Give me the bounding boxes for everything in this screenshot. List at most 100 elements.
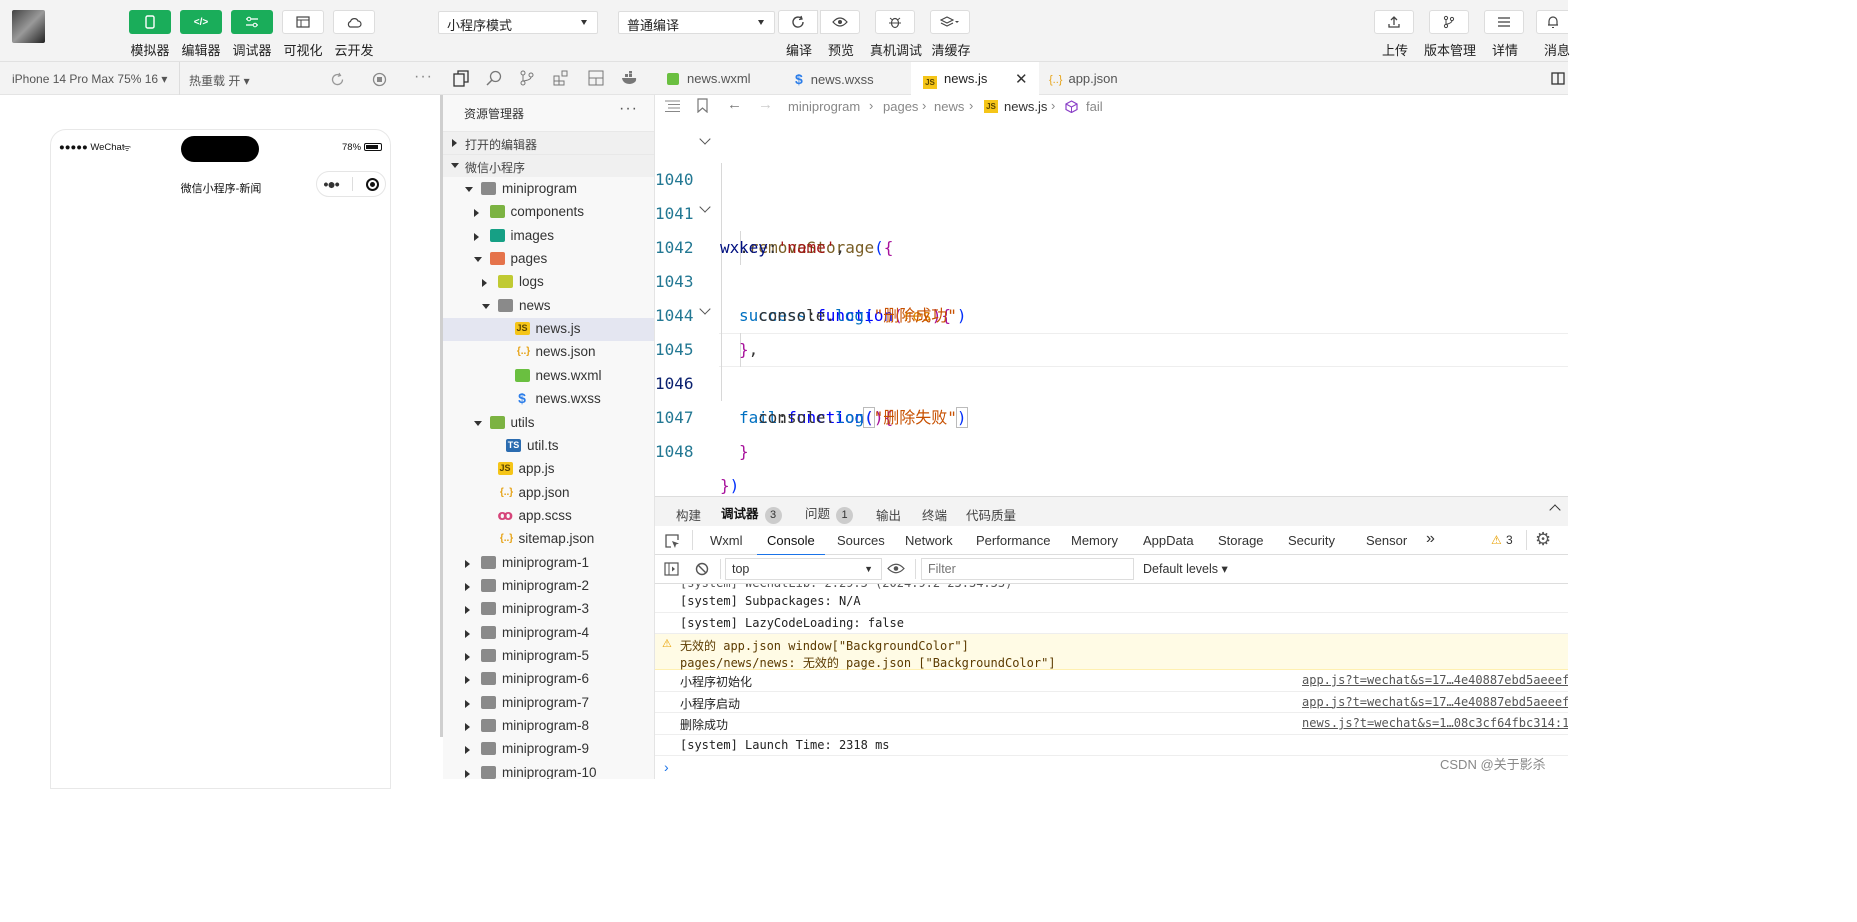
- file-item[interactable]: {..} news.json: [443, 341, 654, 364]
- folder-item[interactable]: images: [443, 225, 654, 248]
- tab-app-json[interactable]: {..} app.json: [1039, 62, 1161, 95]
- devtools-tab-security[interactable]: Security: [1288, 533, 1335, 548]
- device-select[interactable]: iPhone 14 Pro Max 75% 16 ▾: [12, 72, 167, 86]
- chevron-right-icon[interactable]: [465, 606, 470, 615]
- mode-select[interactable]: 小程序模式: [438, 11, 598, 34]
- chevron-down-icon[interactable]: [465, 187, 473, 192]
- file-item[interactable]: {..} app.json: [443, 482, 654, 505]
- chevron-right-icon[interactable]: [465, 723, 470, 732]
- chevron-right-icon[interactable]: [473, 209, 479, 218]
- gallery-icon[interactable]: [588, 70, 604, 86]
- devtools-tab-sensor[interactable]: Sensor: [1366, 533, 1407, 548]
- code-editor[interactable]: 1040 wx.removeStorage({ 1041 key:'name',…: [655, 119, 1568, 496]
- chevron-right-icon[interactable]: [465, 629, 470, 638]
- devtools-tab-network[interactable]: Network: [905, 533, 953, 548]
- chevron-right-icon[interactable]: [465, 699, 470, 708]
- chevron-down-icon[interactable]: [473, 420, 482, 426]
- folder-item[interactable]: miniprogram-6: [443, 668, 654, 691]
- compile-button[interactable]: [778, 10, 818, 34]
- log-levels-select[interactable]: Default levels ▾: [1143, 561, 1228, 576]
- list-icon[interactable]: [665, 100, 680, 112]
- capsule-close-icon[interactable]: [365, 177, 379, 191]
- folder-item[interactable]: miniprogram-5: [443, 645, 654, 668]
- more-tabs-icon[interactable]: »: [1426, 530, 1435, 548]
- split-editor-icon[interactable]: [1551, 72, 1565, 85]
- sidebar-toggle-icon[interactable]: [664, 562, 679, 576]
- file-item[interactable]: JS news.js: [443, 318, 654, 342]
- devtools-tab-sources[interactable]: Sources: [837, 533, 885, 548]
- devtools-tab-performance[interactable]: Performance: [976, 533, 1050, 548]
- chevron-right-icon[interactable]: [465, 582, 470, 591]
- tab-debugger[interactable]: 调试器 3: [721, 503, 782, 524]
- breadcrumb-news-js[interactable]: news.js: [1004, 99, 1047, 114]
- file-item[interactable]: ꝏ app.scss: [443, 505, 654, 528]
- tab-news-js[interactable]: JS news.js ✕: [911, 62, 1039, 95]
- folder-item[interactable]: news: [443, 295, 654, 318]
- docker-icon[interactable]: [621, 71, 639, 85]
- back-arrow-icon[interactable]: ←: [727, 96, 742, 113]
- folder-item[interactable]: utils: [443, 412, 654, 435]
- editor-toggle-button[interactable]: </>: [180, 10, 222, 34]
- tab-news-wxss[interactable]: $ news.wxss: [783, 62, 911, 95]
- devtools-tab-appdata[interactable]: AppData: [1143, 533, 1194, 548]
- breadcrumb-pages[interactable]: pages: [883, 99, 918, 114]
- folder-item[interactable]: miniprogram-2: [443, 575, 654, 598]
- devtools-tab-memory[interactable]: Memory: [1071, 533, 1118, 548]
- stop-icon[interactable]: [372, 72, 387, 87]
- folder-item[interactable]: miniprogram-9: [443, 738, 654, 761]
- hot-reload-select[interactable]: 热重载 开 ▾: [189, 72, 250, 89]
- folder-item[interactable]: logs: [443, 271, 654, 294]
- tab-problems[interactable]: 问题 1: [805, 503, 854, 524]
- eye-icon[interactable]: [887, 563, 905, 574]
- fold-chevron-icon[interactable]: [699, 201, 711, 213]
- debugger-toggle-button[interactable]: [231, 10, 273, 34]
- fold-chevron-icon[interactable]: [699, 303, 711, 315]
- file-item[interactable]: TS util.ts: [443, 435, 654, 458]
- wechat-capsule[interactable]: •●•: [316, 171, 386, 197]
- folder-item[interactable]: miniprogram-7: [443, 692, 654, 715]
- tab-code-quality[interactable]: 代码质量: [966, 505, 1016, 524]
- chevron-right-icon[interactable]: [465, 769, 470, 778]
- remote-debug-button[interactable]: [875, 10, 915, 34]
- file-item[interactable]: JS app.js: [443, 458, 654, 481]
- tab-terminal[interactable]: 终端: [922, 505, 947, 524]
- search-icon[interactable]: [486, 70, 502, 86]
- chevron-right-icon[interactable]: [465, 559, 470, 568]
- source-link[interactable]: app.js?t=wechat&s=17…4e40887ebd5aeeef4:4: [1302, 673, 1568, 687]
- capsule-menu-icon[interactable]: •●•: [323, 176, 339, 192]
- inspect-element-icon[interactable]: [665, 534, 680, 549]
- details-button[interactable]: [1484, 10, 1524, 34]
- chevron-right-icon[interactable]: [465, 676, 470, 685]
- chevron-right-icon[interactable]: [465, 746, 470, 755]
- source-control-icon[interactable]: [520, 70, 534, 86]
- folder-item[interactable]: miniprogram-8: [443, 715, 654, 738]
- context-select[interactable]: top ▼: [725, 558, 882, 580]
- tab-news-wxml[interactable]: news.wxml: [655, 62, 783, 95]
- folder-item[interactable]: miniprogram-10: [443, 762, 654, 779]
- simulator-toggle-button[interactable]: [129, 10, 171, 34]
- devtools-tab-wxml[interactable]: Wxml: [710, 533, 743, 548]
- folder-item[interactable]: miniprogram-3: [443, 598, 654, 621]
- files-icon[interactable]: [453, 70, 469, 87]
- source-link[interactable]: news.js?t=wechat&s=1…08c3cf64fbc314:1043: [1302, 716, 1568, 730]
- upload-button[interactable]: [1374, 10, 1414, 34]
- filter-input[interactable]: [921, 558, 1134, 580]
- breadcrumb-news[interactable]: news: [934, 99, 964, 114]
- gear-icon[interactable]: ⚙: [1535, 529, 1551, 550]
- tab-build[interactable]: 构建: [676, 505, 701, 524]
- more-icon[interactable]: ···: [414, 68, 433, 86]
- chevron-right-icon[interactable]: [473, 232, 479, 241]
- extensions-icon[interactable]: [553, 70, 569, 86]
- close-icon[interactable]: ✕: [1015, 70, 1028, 88]
- clear-console-icon[interactable]: [695, 562, 709, 576]
- source-link[interactable]: app.js?t=wechat&s=17…4e40887ebd5aeeef4:7: [1302, 695, 1568, 709]
- folder-item[interactable]: miniprogram-4: [443, 622, 654, 645]
- tab-output[interactable]: 输出: [876, 505, 901, 524]
- folder-item[interactable]: components: [443, 201, 654, 224]
- chevron-right-icon[interactable]: [465, 653, 470, 661]
- devtools-tab-console[interactable]: Console: [757, 533, 825, 556]
- fold-chevron-icon[interactable]: [699, 133, 711, 145]
- compile-mode-select[interactable]: 普通编译: [618, 11, 775, 34]
- devtools-tab-storage[interactable]: Storage: [1218, 533, 1264, 548]
- forward-arrow-icon[interactable]: →: [758, 96, 773, 113]
